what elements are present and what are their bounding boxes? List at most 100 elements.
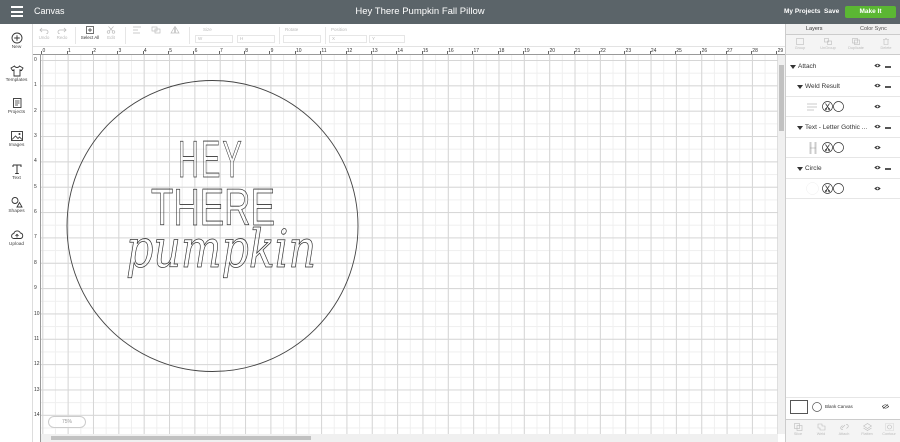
- sidebar-label-text: Text: [12, 176, 21, 181]
- ungroup-label: UnGroup: [820, 46, 836, 50]
- make-it-button[interactable]: Make It: [845, 6, 896, 18]
- arrange-dropdown[interactable]: [148, 26, 164, 35]
- layer-weld-result[interactable]: Weld Result: [786, 77, 900, 97]
- eye-icon[interactable]: [874, 63, 881, 68]
- y-position-field[interactable]: Y: [369, 35, 405, 43]
- ruler-top-tick: [700, 51, 702, 54]
- layer-text-item[interactable]: [786, 138, 900, 158]
- weld-button[interactable]: Weld: [811, 423, 831, 436]
- flatten-button[interactable]: Flatten: [857, 423, 877, 436]
- layer-options-icon[interactable]: [885, 127, 891, 129]
- select-all-icon: [86, 26, 94, 34]
- delete-label: Delete: [880, 46, 892, 50]
- shirt-icon: [9, 65, 24, 77]
- sidebar-item-templates[interactable]: Templates: [0, 65, 33, 83]
- ruler-left-label: 10: [34, 310, 40, 317]
- zoom-control[interactable]: 75%: [48, 416, 86, 428]
- horizontal-scrollbar[interactable]: [41, 434, 778, 442]
- ruler-top-tick: [269, 51, 271, 54]
- ruler-top-tick: [193, 51, 195, 54]
- hidden-eye-icon[interactable]: [882, 404, 889, 409]
- toolbar-divider: [189, 27, 190, 44]
- ruler-top-tick: [168, 51, 170, 54]
- collapse-caret-icon[interactable]: [797, 126, 803, 130]
- tab-layers[interactable]: Layers: [806, 26, 823, 32]
- vertical-scrollbar[interactable]: [778, 55, 785, 434]
- sidebar-item-text[interactable]: Text: [0, 163, 33, 181]
- design-canvas[interactable]: HEY THERE pumpkin: [41, 55, 778, 434]
- layer-weld-result-item[interactable]: [786, 97, 900, 117]
- sidebar-item-shapes[interactable]: Shapes: [0, 196, 33, 214]
- height-field[interactable]: H: [237, 35, 275, 43]
- rotate-field[interactable]: [283, 35, 321, 43]
- align-dropdown[interactable]: [129, 26, 145, 35]
- flip-dropdown[interactable]: [167, 26, 183, 35]
- duplicate-button[interactable]: Duplicate: [846, 38, 866, 50]
- collapse-caret-icon[interactable]: [797, 85, 803, 89]
- eye-icon[interactable]: [874, 186, 881, 191]
- group-icon: [796, 38, 804, 45]
- blank-canvas-swatch[interactable]: [790, 400, 808, 414]
- ruler-top-label: 7: [219, 48, 223, 54]
- collapse-caret-icon[interactable]: [797, 167, 803, 171]
- eye-icon[interactable]: [874, 165, 881, 170]
- select-all-button[interactable]: Select All: [79, 26, 101, 40]
- ruler-top-tick: [649, 51, 651, 54]
- cut-operation-icon[interactable]: [822, 101, 833, 112]
- eye-icon[interactable]: [874, 83, 881, 88]
- cut-operation-icon[interactable]: [822, 142, 833, 153]
- vertical-scroll-thumb[interactable]: [779, 65, 784, 131]
- blank-canvas-row[interactable]: Blank Canvas: [786, 397, 900, 415]
- eye-icon[interactable]: [874, 124, 881, 129]
- tab-color-sync[interactable]: Color Sync: [860, 26, 887, 32]
- sidebar-item-new[interactable]: New: [0, 32, 33, 50]
- attach-button[interactable]: Attach: [834, 423, 854, 436]
- save-button[interactable]: Save: [824, 8, 839, 15]
- sidebar-label-templates: Templates: [5, 78, 28, 83]
- edit-dropdown[interactable]: Edit: [103, 26, 119, 40]
- x-position-field[interactable]: X: [329, 35, 367, 43]
- layer-name: Text - Letter Gothic ...: [805, 124, 867, 131]
- group-button[interactable]: Group: [790, 38, 810, 50]
- design-text-pumpkin[interactable]: pumpkin: [126, 220, 317, 281]
- color-swatch-icon[interactable]: [833, 101, 844, 112]
- collapse-caret-icon[interactable]: [790, 65, 796, 69]
- ruler-top-tick: [472, 51, 474, 54]
- layer-options-icon[interactable]: [885, 168, 891, 170]
- design-artwork[interactable]: HEY THERE pumpkin: [41, 55, 778, 434]
- color-swatch-icon[interactable]: [833, 183, 844, 194]
- slice-button[interactable]: Slice: [788, 423, 808, 436]
- sidebar-item-images[interactable]: Images: [0, 130, 33, 148]
- layer-options-icon[interactable]: [885, 66, 891, 68]
- color-swatch-icon[interactable]: [833, 142, 844, 153]
- layer-circle[interactable]: Circle: [786, 159, 900, 179]
- canvas-color-swatch-icon[interactable]: [812, 402, 822, 412]
- width-field[interactable]: W: [195, 35, 233, 43]
- undo-button[interactable]: Undo: [37, 26, 51, 40]
- eye-icon[interactable]: [874, 145, 881, 150]
- layer-name: Weld Result: [805, 83, 840, 90]
- horizontal-scroll-thumb[interactable]: [51, 436, 311, 440]
- upload-cloud-icon: [10, 230, 23, 239]
- redo-button[interactable]: Redo: [55, 26, 69, 40]
- delete-button[interactable]: Delete: [876, 38, 896, 50]
- layer-options-icon[interactable]: [885, 86, 891, 88]
- ruler-top-tick: [548, 51, 550, 54]
- my-projects-link[interactable]: My Projects: [784, 8, 821, 15]
- redo-icon: [57, 27, 67, 34]
- layer-text[interactable]: Text - Letter Gothic ...: [786, 118, 900, 138]
- eye-icon[interactable]: [874, 104, 881, 109]
- sidebar-item-projects[interactable]: Projects: [0, 97, 33, 115]
- cut-operation-icon[interactable]: [822, 183, 833, 194]
- rotate-label: Rotate: [285, 27, 299, 32]
- layer-attach[interactable]: Attach: [786, 57, 900, 77]
- layer-circle-item[interactable]: [786, 179, 900, 199]
- sidebar-item-upload[interactable]: Upload: [0, 229, 33, 247]
- attach-icon: [839, 424, 849, 430]
- slice-icon: [793, 423, 802, 431]
- ruler-top-label: 9: [270, 48, 274, 54]
- contour-button[interactable]: Contour: [879, 423, 899, 436]
- ungroup-button[interactable]: UnGroup: [818, 38, 838, 50]
- ruler-top-tick: [66, 51, 68, 54]
- ruler-top-tick: [522, 51, 524, 54]
